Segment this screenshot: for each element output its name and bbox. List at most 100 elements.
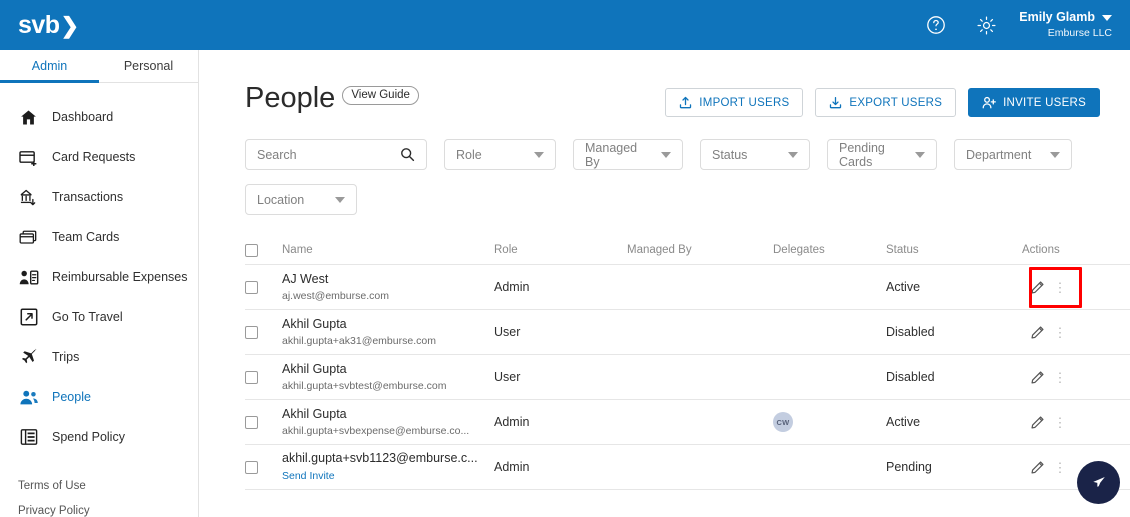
managed-by-filter-label: Managed By <box>585 141 647 169</box>
more-options-icon[interactable]: ⋮ <box>1052 371 1068 384</box>
main-content: People View Guide IMPORT USERS EXPORT US… <box>200 50 1130 517</box>
department-filter-label: Department <box>966 148 1031 162</box>
user-name: Emily Glamb <box>1019 10 1095 26</box>
more-options-icon[interactable]: ⋮ <box>1052 281 1068 294</box>
location-filter-dropdown[interactable]: Location <box>245 184 357 215</box>
row-role: User <box>494 370 627 384</box>
department-filter-dropdown[interactable]: Department <box>954 139 1072 170</box>
row-status: Pending <box>886 460 1022 474</box>
sidebar: Admin Personal Dashboard Card Reque <box>0 50 199 517</box>
row-actions: ⋮ <box>1022 415 1130 430</box>
chevron-down-icon <box>1102 15 1112 21</box>
edit-pencil-icon[interactable] <box>1022 460 1052 475</box>
privacy-policy-link[interactable]: Privacy Policy <box>18 506 90 517</box>
view-guide-badge[interactable]: View Guide <box>342 86 419 105</box>
row-checkbox[interactable] <box>245 371 282 384</box>
status-filter-dropdown[interactable]: Status <box>700 139 810 170</box>
edit-pencil-icon[interactable] <box>1022 370 1052 385</box>
select-all-checkbox[interactable] <box>245 244 282 257</box>
user-menu[interactable]: Emily Glamb Emburse LLC <box>1019 10 1116 40</box>
row-name-cell: akhil.gupta+svb1123@emburse.c... Send In… <box>282 450 494 484</box>
table-row[interactable]: Akhil Gupta akhil.gupta+svbexpense@embur… <box>245 400 1130 445</box>
sidebar-item-transactions[interactable]: Transactions <box>0 177 198 217</box>
table-row[interactable]: Akhil Gupta akhil.gupta+ak31@emburse.com… <box>245 310 1130 355</box>
help-circle-icon[interactable] <box>919 8 953 42</box>
pending-cards-filter-dropdown[interactable]: Pending Cards <box>827 139 937 170</box>
svb-logo[interactable]: svb ❯ <box>18 11 79 40</box>
sidebar-item-go-to-travel[interactable]: Go To Travel <box>0 297 198 337</box>
sidebar-item-reimbursable-expenses[interactable]: Reimbursable Expenses <box>0 257 198 297</box>
row-email: akhil.gupta+svbexpense@emburse.co... <box>282 424 494 438</box>
edit-pencil-icon[interactable] <box>1022 280 1052 295</box>
chevron-down-icon <box>1050 152 1060 158</box>
row-checkbox[interactable] <box>245 281 282 294</box>
row-name: AJ West <box>282 271 494 287</box>
row-delegates: CW <box>773 412 886 432</box>
managed-by-filter-dropdown[interactable]: Managed By <box>573 139 683 170</box>
table-row[interactable]: akhil.gupta+svb1123@emburse.c... Send In… <box>245 445 1130 490</box>
sidebar-item-trips[interactable]: Trips <box>0 337 198 377</box>
row-checkbox[interactable] <box>245 461 282 474</box>
bank-transfer-icon <box>18 187 39 207</box>
tab-personal[interactable]: Personal <box>99 50 198 82</box>
table-row[interactable]: Akhil Gupta akhil.gupta+svbtest@emburse.… <box>245 355 1130 400</box>
sidebar-item-spend-policy[interactable]: Spend Policy <box>0 417 198 457</box>
send-invite-link[interactable]: Send Invite <box>282 470 335 482</box>
tab-admin[interactable]: Admin <box>0 50 99 82</box>
page-header: People View Guide IMPORT USERS EXPORT US… <box>200 50 1130 117</box>
avatar[interactable]: CW <box>773 412 793 432</box>
sidebar-item-label: Team Cards <box>52 230 119 244</box>
export-users-button[interactable]: EXPORT USERS <box>815 88 956 117</box>
row-checkbox[interactable] <box>245 326 282 339</box>
user-org: Emburse LLC <box>1048 27 1112 40</box>
import-users-button[interactable]: IMPORT USERS <box>665 88 803 117</box>
search-placeholder: Search <box>257 148 297 162</box>
terms-of-use-link[interactable]: Terms of Use <box>18 481 90 493</box>
row-name-cell: AJ West aj.west@emburse.com <box>282 271 494 303</box>
column-header-managed-by: Managed By <box>627 244 773 256</box>
sidebar-item-people[interactable]: People <box>0 377 198 417</box>
invite-users-button[interactable]: INVITE USERS <box>968 88 1100 117</box>
airplane-icon <box>18 347 39 367</box>
column-header-actions: Actions <box>1022 244 1130 256</box>
filter-bar: Search Role Managed By Status Pending Ca… <box>200 117 1130 215</box>
row-checkbox[interactable] <box>245 416 282 429</box>
row-status: Active <box>886 415 1022 429</box>
top-bar: svb ❯ Emily Glamb Emburse LLC <box>0 0 1130 50</box>
column-header-role: Role <box>494 244 627 256</box>
search-icon <box>400 147 415 162</box>
row-name: akhil.gupta+svb1123@emburse.c... <box>282 450 494 466</box>
cards-stack-icon <box>18 227 39 247</box>
more-options-icon[interactable]: ⋮ <box>1052 461 1068 474</box>
gear-icon[interactable] <box>969 8 1003 42</box>
send-message-fab[interactable] <box>1077 461 1120 504</box>
role-filter-dropdown[interactable]: Role <box>444 139 556 170</box>
more-options-icon[interactable]: ⋮ <box>1052 326 1068 339</box>
row-name: Akhil Gupta <box>282 361 494 377</box>
page-title: People <box>245 84 335 113</box>
sidebar-item-label: Transactions <box>52 190 123 204</box>
people-icon <box>18 387 39 407</box>
export-users-label: EXPORT USERS <box>849 97 942 109</box>
tab-personal-label: Personal <box>124 59 173 73</box>
search-input[interactable]: Search <box>245 139 427 170</box>
sidebar-item-team-cards[interactable]: Team Cards <box>0 217 198 257</box>
location-filter-label: Location <box>257 193 304 207</box>
edit-pencil-icon[interactable] <box>1022 325 1052 340</box>
row-email: aj.west@emburse.com <box>282 289 494 303</box>
sidebar-tabs: Admin Personal <box>0 50 198 83</box>
pending-cards-filter-label: Pending Cards <box>839 141 912 169</box>
sidebar-item-dashboard[interactable]: Dashboard <box>0 97 198 137</box>
people-table: Name Role Managed By Delegates Status Ac… <box>245 236 1130 490</box>
import-users-label: IMPORT USERS <box>699 97 789 109</box>
table-row[interactable]: AJ West aj.west@emburse.com Admin Active… <box>245 265 1130 310</box>
row-name-cell: Akhil Gupta akhil.gupta+svbtest@emburse.… <box>282 361 494 393</box>
more-options-icon[interactable]: ⋮ <box>1052 416 1068 429</box>
sidebar-nav: Dashboard Card Requests T <box>0 83 198 457</box>
row-email: akhil.gupta+svbtest@emburse.com <box>282 379 494 393</box>
row-name: Akhil Gupta <box>282 406 494 422</box>
row-status: Disabled <box>886 370 1022 384</box>
row-actions: ⋮ <box>1022 325 1130 340</box>
edit-pencil-icon[interactable] <box>1022 415 1052 430</box>
sidebar-item-card-requests[interactable]: Card Requests <box>0 137 198 177</box>
